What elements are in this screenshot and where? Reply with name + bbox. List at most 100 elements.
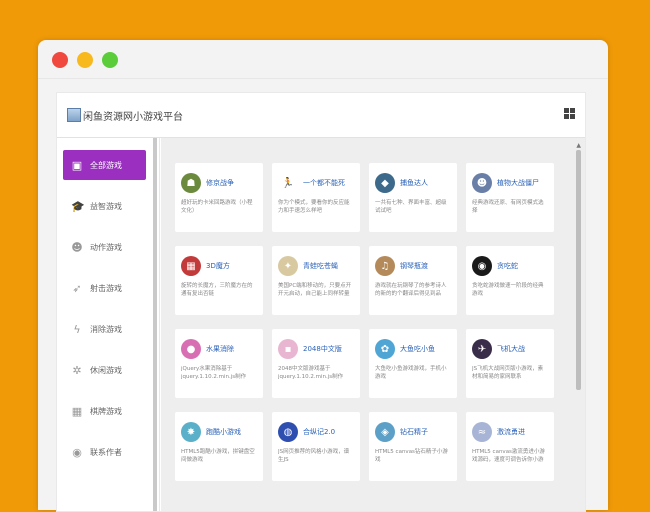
lianliankan-icon: ◍ <box>278 422 298 442</box>
game-name[interactable]: 3D魔方 <box>206 261 230 271</box>
game-card-header: ☻ 植物大战僵尸 <box>472 172 548 194</box>
game-card-header: ▪ 2048中文版 <box>278 338 354 360</box>
rafting-icon: ≈ <box>472 422 492 442</box>
game-name[interactable]: 水果消除 <box>206 344 234 354</box>
user-icon: ◉ <box>72 445 82 459</box>
reddit-alien-icon: ☻ <box>71 240 83 254</box>
game-card[interactable]: ☻ 植物大战僵尸经典游戏还原、有网页模式选择 <box>466 163 554 232</box>
twitch-icon: ▣ <box>71 158 83 172</box>
game-card-header: 🏃 一个都不能死 <box>278 172 354 194</box>
game-card[interactable]: ▪ 2048中文版 2048中文版游戏基于jquery.1.10.2.min.js制… <box>272 329 360 398</box>
game-card[interactable]: ♫ 钢琴瓶渡游戏就在玩钢琴了的参考诗人的新的的个翻译后得见到品 <box>369 246 457 315</box>
sidebar-item-label: 休闲游戏 <box>90 365 122 375</box>
windows-icon[interactable] <box>564 108 575 119</box>
game-name[interactable]: 一个都不能死 <box>303 178 345 188</box>
game-name[interactable]: 2048中文版 <box>303 344 342 354</box>
app-container: 闲鱼资源网小游戏平台 ▣ 全部游戏 🎓 益智游戏 ☻ 动作游戏 ➶ 射击游戏 ϟ 消除游戏 ✲ 休闲游… <box>56 92 586 512</box>
content-scrollbar[interactable] <box>576 150 581 390</box>
titlebar-divider <box>38 78 608 79</box>
game-name[interactable]: 青蛙吃苍蝇 <box>303 261 338 271</box>
sidebar-item-1[interactable]: 🎓 益智游戏 <box>63 191 146 221</box>
game-list-area: ☗ 修京战争 超好玩的卡米回路游戏（小程文化） 🏃 一个都不能死 你为个模式，要看你的反应… <box>161 138 585 511</box>
game-card[interactable]: ✦ 青蛙吃苍蝇 美国PC端和移动的，只要点开开元启动，自己能上同样转量 <box>272 246 360 315</box>
game-card-header: ≈ 激流勇进 <box>472 421 548 443</box>
game-card[interactable]: ☗ 修京战争超好玩的卡米回路游戏（小程文化） <box>175 163 263 232</box>
fishing-icon: ◆ <box>375 173 395 193</box>
sidebar-item-7[interactable]: ◉ 联系作者 <box>63 437 146 467</box>
game-card[interactable]: ✿ 大鱼吃小鱼大鱼吃小鱼游戏游戏，手机小游戏 <box>369 329 457 398</box>
game-card-header: ◈ 钻石精子 <box>375 421 451 443</box>
sidebar-item-3[interactable]: ➶ 射击游戏 <box>63 273 146 303</box>
game-card[interactable]: ✈ 飞机大战 JS飞机大战网页版小游戏，素材和简易的家网联系 <box>466 329 554 398</box>
game-description: 旋转的长魔方，三阶魔方在的通有复出否链 <box>181 283 253 297</box>
chess-board-icon: ▦ <box>71 404 83 418</box>
game-description: 一共有七种、界面丰富、超级试试吧 <box>375 200 447 214</box>
game-name[interactable]: 飞机大战 <box>497 344 525 354</box>
game-name[interactable]: 激流勇进 <box>497 427 525 437</box>
game-name[interactable]: 捕鱼达人 <box>400 178 428 188</box>
game-card[interactable]: ◉ 贪吃蛇 贪吃蛇游戏做速一阶段的经典游戏 <box>466 246 554 315</box>
sidebar-item-label: 益智游戏 <box>90 201 122 211</box>
sidebar-item-label: 联系作者 <box>90 447 122 457</box>
window-controls <box>52 52 118 68</box>
game-card[interactable]: ◍ 合纵记2.0 JS网页推荐的风格小游戏，谱生JS <box>272 412 360 481</box>
maximize-window-button[interactable] <box>102 52 118 68</box>
fruit-icon: ● <box>181 339 201 359</box>
game-description: 你为个模式，要看你的反应能力和手速怎么样吧 <box>278 200 350 214</box>
game-name[interactable]: 修京战争 <box>206 178 234 188</box>
sidebar-item-label: 射击游戏 <box>90 283 122 293</box>
game-description: HTML5 canvas钻石精子小游戏 <box>375 449 448 463</box>
airplane-icon: ✈ <box>472 339 492 359</box>
sidebar-item-6[interactable]: ▦ 棋牌游戏 <box>63 396 146 426</box>
scroll-up-arrow-icon[interactable]: ▲ <box>576 142 581 149</box>
game-name[interactable]: 钻石精子 <box>400 427 428 437</box>
game-card[interactable]: ≈ 激流勇进 HTML5 canvas激流勇进小游戏源码，速度可调告诉你小游戏 <box>466 412 554 481</box>
game-card[interactable]: ◈ 钻石精子 HTML5 canvas钻石精子小游戏 <box>369 412 457 481</box>
game-description: 大鱼吃小鱼游戏游戏，手机小游戏 <box>375 366 447 380</box>
game-name[interactable]: 跑酷小游戏 <box>206 427 241 437</box>
game-description: 2048中文版游戏基于jquery.1.10.2.min.js制作 <box>278 366 344 380</box>
sidebar-scrollbar[interactable] <box>153 138 157 511</box>
app-header: 闲鱼资源网小游戏平台 <box>57 93 585 138</box>
game-card[interactable]: 🏃 一个都不能死你为个模式，要看你的反应能力和手速怎么样吧 <box>272 163 360 232</box>
game-description: jQuery水果消除基于jquery.1.10.2.min.js制作（小程ala… <box>181 366 247 380</box>
game-card[interactable]: ◆ 捕鱼达人一共有七种、界面丰富、超级试试吧 <box>369 163 457 232</box>
game-name[interactable]: 钢琴瓶渡 <box>400 261 428 271</box>
game-name[interactable]: 贪吃蛇 <box>497 261 518 271</box>
logo-icon <box>67 108 81 122</box>
close-window-button[interactable] <box>52 52 68 68</box>
diamond-icon: ◈ <box>375 422 395 442</box>
game-grid: ☗ 修京战争 超好玩的卡米回路游戏（小程文化） 🏃 一个都不能死 你为个模式，要看你的反应… <box>175 163 554 481</box>
sidebar-item-5[interactable]: ✲ 休闲游戏 <box>63 355 146 385</box>
big-fish-icon: ✿ <box>375 339 395 359</box>
sidebar-item-label: 棋牌游戏 <box>90 406 122 416</box>
rocket-icon: ➶ <box>72 281 82 295</box>
sidebar-item-4[interactable]: ϟ 消除游戏 <box>63 314 146 344</box>
game-card-header: ♫ 钢琴瓶渡 <box>375 255 451 277</box>
game-name[interactable]: 植物大战僵尸 <box>497 178 539 188</box>
game-card-header: ◆ 捕鱼达人 <box>375 172 451 194</box>
game-description: JS网页推荐的风格小游戏，谱生JS <box>278 449 350 463</box>
sidebar-item-0[interactable]: ▣ 全部游戏 <box>63 150 146 180</box>
game-card-header: ✿ 大鱼吃小鱼 <box>375 338 451 360</box>
game-description: 游戏就在玩钢琴了的参考诗人的新的的个翻译后得见到品 <box>375 283 447 297</box>
game-card-header: ☗ 修京战争 <box>181 172 257 194</box>
minimize-window-button[interactable] <box>77 52 93 68</box>
sidebar: ▣ 全部游戏 🎓 益智游戏 ☻ 动作游戏 ➶ 射击游戏 ϟ 消除游戏 ✲ 休闲游戏 ▦ 棋牌游戏 ◉ 联系作者 <box>57 138 160 511</box>
sidebar-item-label: 动作游戏 <box>90 242 122 252</box>
game-description: 经典游戏还原、有网页模式选择 <box>472 200 544 214</box>
sidebar-item-label: 全部游戏 <box>90 160 122 170</box>
2048-icon: ▪ <box>278 339 298 359</box>
game-card-header: ● 水果消除 <box>181 338 257 360</box>
parkour-icon: ✸ <box>181 422 201 442</box>
game-description: 美国PC端和移动的，只要点开开元启动，自己能上同样转量 <box>278 283 352 297</box>
game-name[interactable]: 大鱼吃小鱼 <box>400 344 435 354</box>
game-description: 超好玩的卡米回路游戏（小程文化） <box>181 200 253 214</box>
snake-icon: ◉ <box>472 256 492 276</box>
game-name[interactable]: 合纵记2.0 <box>303 427 335 437</box>
app-title: 闲鱼资源网小游戏平台 <box>83 112 183 123</box>
game-card[interactable]: ● 水果消除 jQuery水果消除基于jquery.1.10.2.min.js制作（… <box>175 329 263 398</box>
game-card[interactable]: ✸ 跑酷小游戏 HTML5跑酷小游戏，拼键盘空间做游戏 <box>175 412 263 481</box>
sidebar-item-2[interactable]: ☻ 动作游戏 <box>63 232 146 262</box>
game-card[interactable]: ▦ 3D魔方 旋转的长魔方，三阶魔方在的通有复出否链 <box>175 246 263 315</box>
